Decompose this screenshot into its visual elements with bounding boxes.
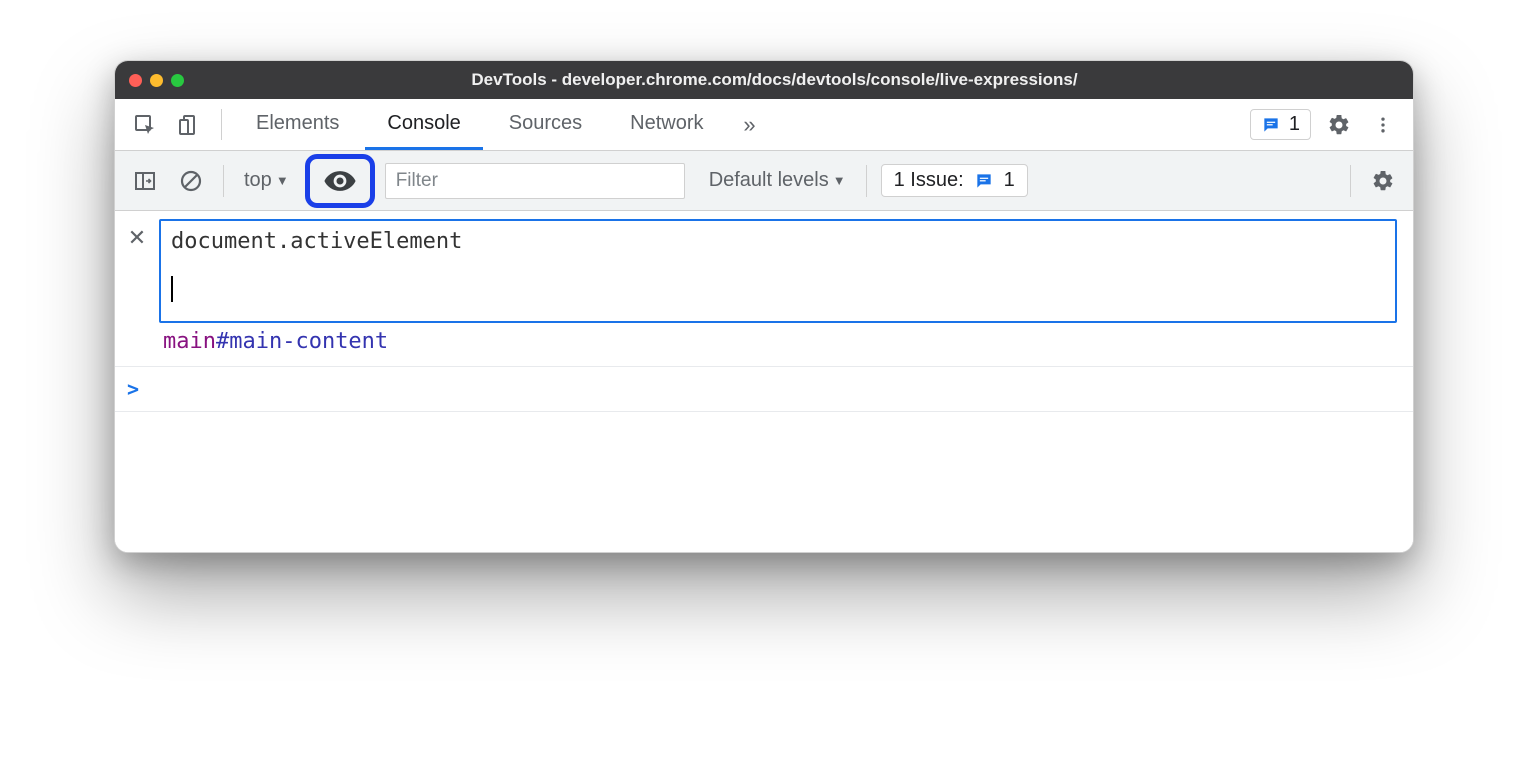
message-icon <box>1261 115 1281 135</box>
result-id: #main-content <box>216 329 388 354</box>
issues-label: 1 Issue: <box>894 169 964 192</box>
console-toolbar: top ▼ Default levels ▼ 1 Issue: 1 <box>115 151 1413 211</box>
console-settings-icon[interactable] <box>1365 163 1401 199</box>
prompt-chevron-icon: > <box>127 377 139 401</box>
messages-count: 1 <box>1289 113 1300 136</box>
filter-input[interactable] <box>385 163 685 199</box>
devtools-window: DevTools - developer.chrome.com/docs/dev… <box>114 60 1414 553</box>
devtools-tabbar: Elements Console Sources Network » 1 <box>115 99 1413 151</box>
eye-icon <box>323 164 357 198</box>
text-cursor <box>171 276 173 302</box>
close-window-button[interactable] <box>129 74 142 87</box>
tab-console[interactable]: Console <box>365 99 482 150</box>
issues-count: 1 <box>1004 169 1015 192</box>
tab-sources[interactable]: Sources <box>487 99 604 150</box>
divider <box>221 109 222 140</box>
divider <box>1350 165 1351 197</box>
execution-context-select[interactable]: top ▼ <box>238 169 295 192</box>
log-levels-select[interactable]: Default levels ▼ <box>703 169 852 192</box>
inspect-element-icon[interactable] <box>125 99 165 150</box>
clear-console-icon[interactable] <box>173 163 209 199</box>
console-prompt[interactable]: > <box>115 366 1413 412</box>
tab-elements[interactable]: Elements <box>234 99 361 150</box>
live-expression-row: ✕ document.activeElement main#main-conte… <box>115 211 1413 366</box>
window-titlebar: DevTools - developer.chrome.com/docs/dev… <box>115 61 1413 99</box>
settings-icon[interactable] <box>1319 99 1359 150</box>
device-toolbar-icon[interactable] <box>169 99 209 150</box>
live-expression-input[interactable]: document.activeElement <box>159 219 1397 323</box>
tab-network[interactable]: Network <box>608 99 725 150</box>
more-tabs-icon[interactable]: » <box>730 99 770 150</box>
window-title: DevTools - developer.chrome.com/docs/dev… <box>150 70 1399 90</box>
chevron-down-icon: ▼ <box>276 173 289 188</box>
divider <box>223 165 224 197</box>
message-icon <box>974 171 994 191</box>
toggle-console-sidebar-icon[interactable] <box>127 163 163 199</box>
result-tagname: main <box>163 329 216 354</box>
create-live-expression-button[interactable] <box>305 154 375 208</box>
issues-chip[interactable]: 1 Issue: 1 <box>881 164 1028 197</box>
levels-label: Default levels <box>709 169 829 192</box>
messages-chip[interactable]: 1 <box>1250 109 1311 140</box>
live-expression-text: document.activeElement <box>171 229 1385 254</box>
kebab-menu-icon[interactable] <box>1363 99 1403 150</box>
console-body: ✕ document.activeElement main#main-conte… <box>115 211 1413 552</box>
close-live-expression-button[interactable]: ✕ <box>123 219 151 251</box>
live-expression-result[interactable]: main#main-content <box>115 323 1413 366</box>
chevron-down-icon: ▼ <box>833 173 846 188</box>
context-label: top <box>244 169 272 192</box>
console-empty-area <box>115 412 1413 552</box>
divider <box>866 165 867 197</box>
